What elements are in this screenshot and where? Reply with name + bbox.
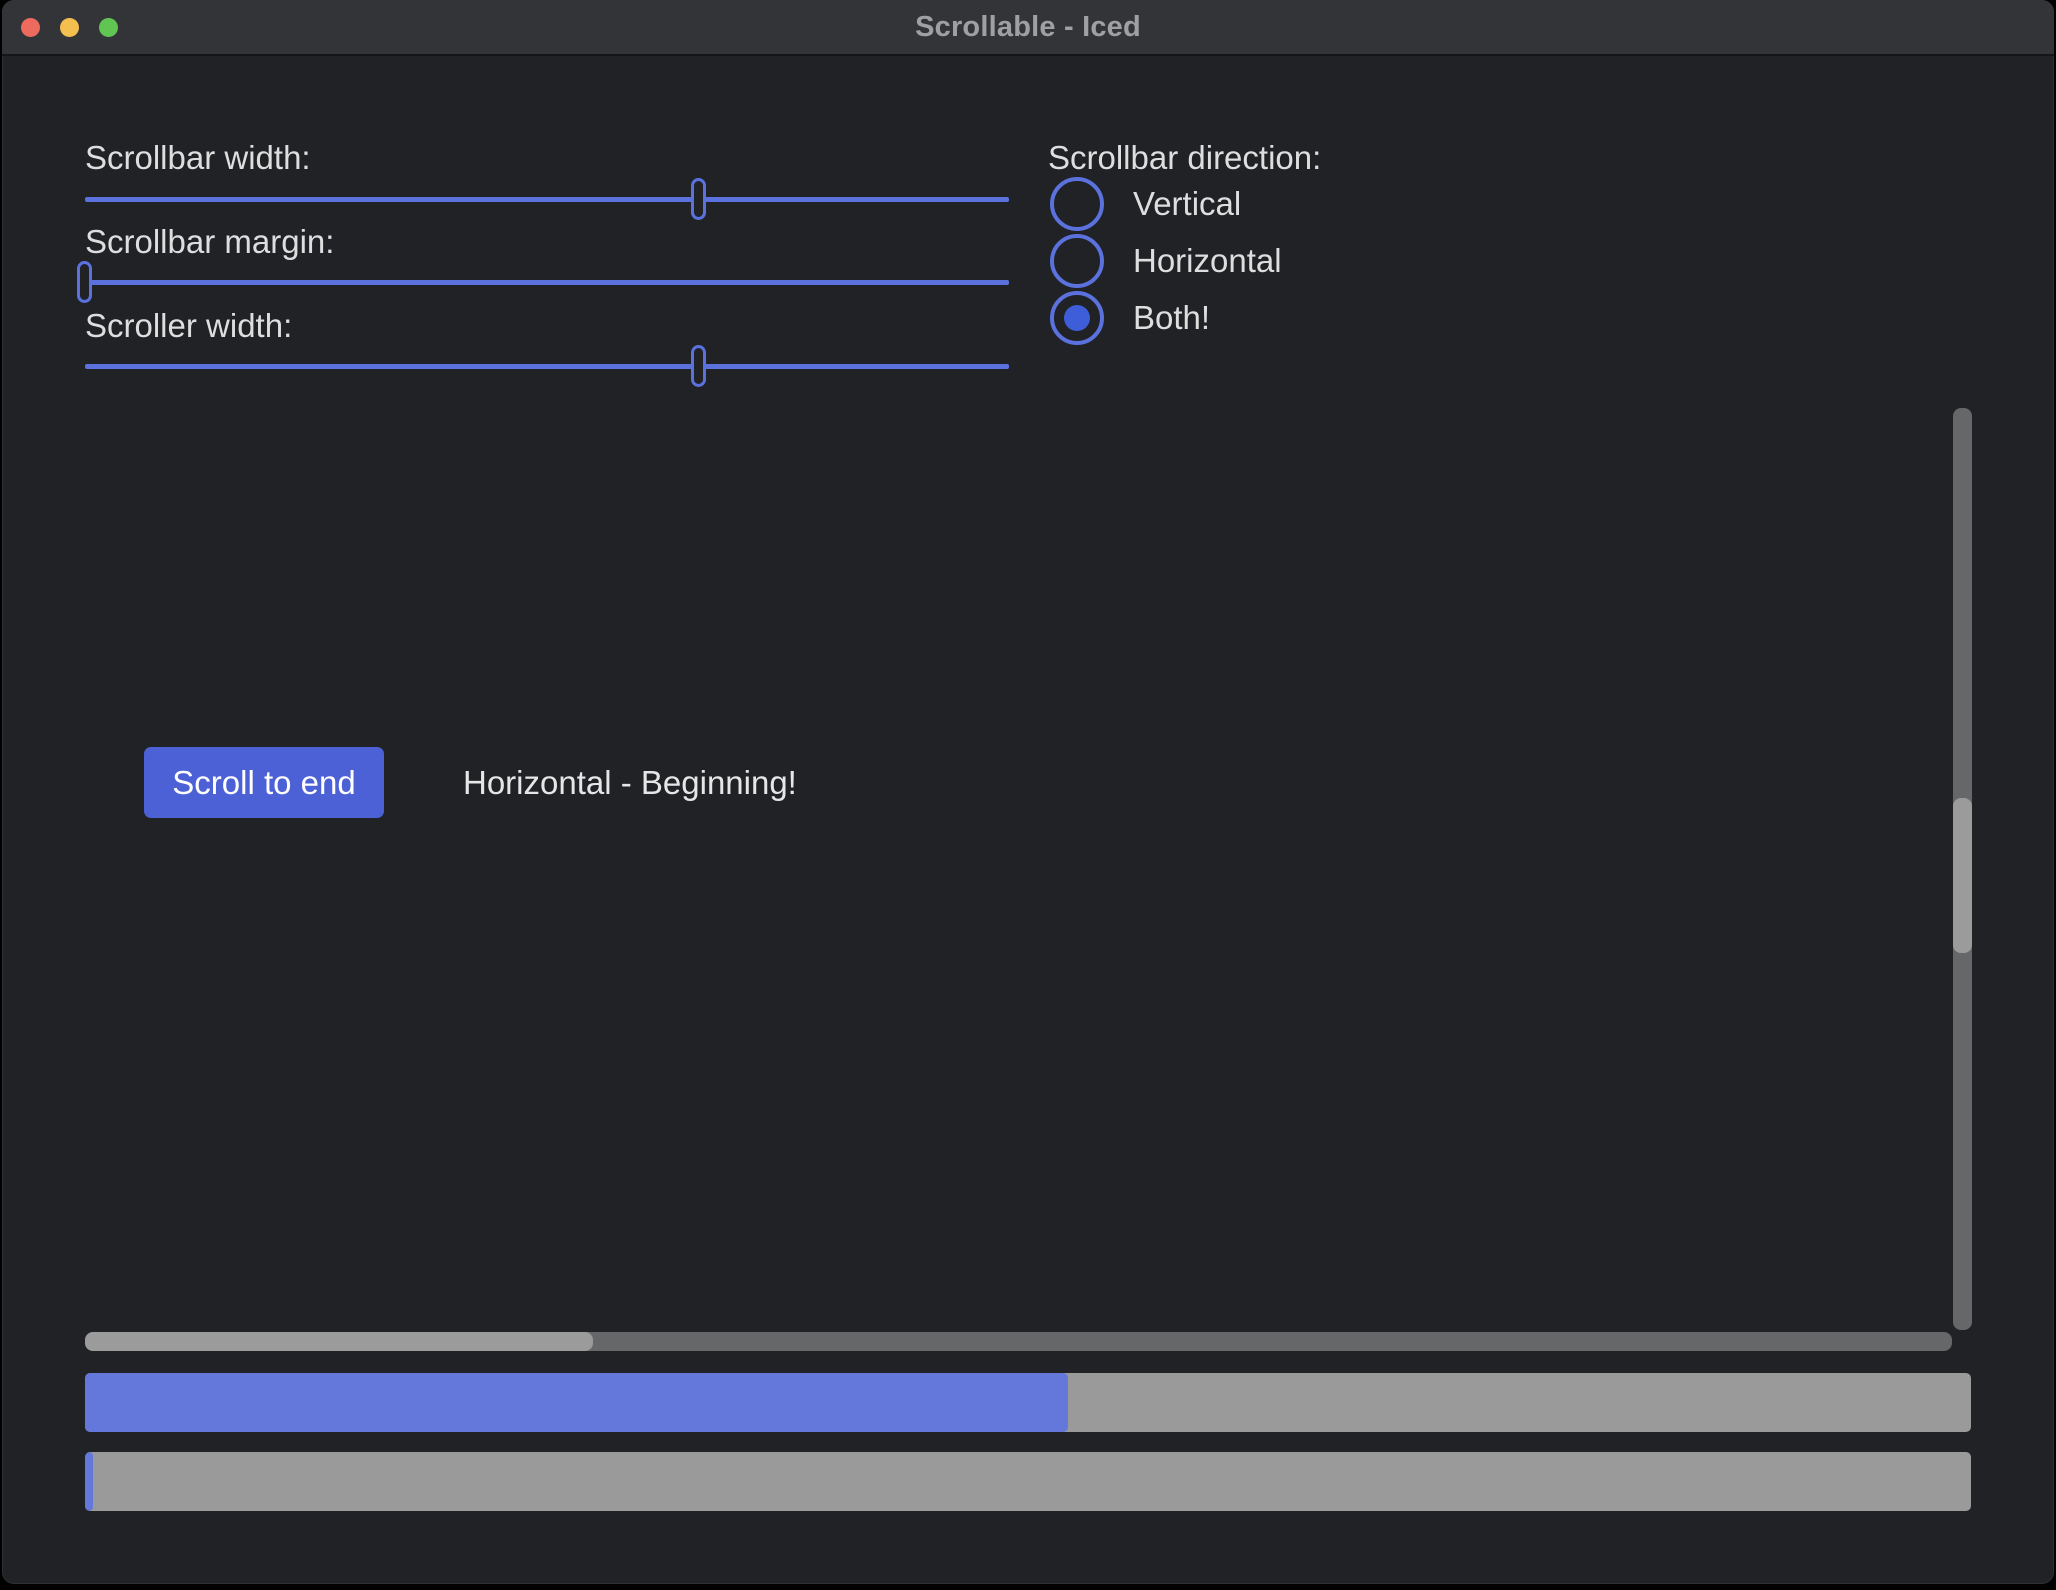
radio-label-horizontal: Horizontal: [1133, 242, 1282, 280]
slider-handle-0[interactable]: [691, 178, 706, 220]
scroller-width-label: Scroller width:: [85, 307, 292, 345]
progress-fill-1: [85, 1452, 93, 1511]
horizontal-progress-bar: [85, 1373, 1971, 1432]
slider-handle-2[interactable]: [691, 345, 706, 387]
screenshot-root: Scrollable - Iced Scrollbar width: Scrol…: [0, 0, 2056, 1590]
radio-circle-icon[interactable]: [1050, 234, 1104, 288]
scroll-to-end-button[interactable]: Scroll to end: [144, 747, 384, 818]
slider-track[interactable]: [85, 364, 1009, 369]
close-button[interactable]: [21, 18, 40, 37]
radio-label-vertical: Vertical: [1133, 185, 1241, 223]
vertical-progress-bar: [85, 1452, 1971, 1511]
radio-label-both: Both!: [1133, 299, 1210, 337]
slider-handle-1[interactable]: [77, 261, 92, 303]
vertical-scrollbar-track[interactable]: [1953, 408, 1972, 1330]
vertical-scrollbar-thumb[interactable]: [1953, 798, 1972, 953]
fullscreen-button[interactable]: [99, 18, 118, 37]
scrollbar-direction-group: Vertical Horizontal Both!: [1050, 177, 1282, 345]
progress-fill-0: [85, 1373, 1068, 1432]
scrollbar-direction-label: Scrollbar direction:: [1048, 139, 1321, 177]
radio-circle-icon[interactable]: [1050, 177, 1104, 231]
radio-option-0[interactable]: Vertical: [1050, 177, 1282, 231]
scrollbar-margin-label: Scrollbar margin:: [85, 223, 334, 261]
slider-track[interactable]: [85, 197, 1009, 202]
app-window: Scrollable - Iced Scrollbar width: Scrol…: [2, 0, 2054, 1584]
traffic-lights: [21, 0, 118, 54]
radio-option-2[interactable]: Both!: [1050, 291, 1282, 345]
scroller-width-slider[interactable]: [85, 364, 1009, 369]
scroll-status-text: Horizontal - Beginning!: [463, 747, 797, 818]
scrollbar-margin-slider[interactable]: [85, 280, 1009, 285]
scrollbar-width-label: Scrollbar width:: [85, 139, 311, 177]
radio-option-1[interactable]: Horizontal: [1050, 234, 1282, 288]
slider-track[interactable]: [85, 280, 1009, 285]
window-title: Scrollable - Iced: [915, 11, 1141, 44]
titlebar: Scrollable - Iced: [2, 0, 2054, 56]
minimize-button[interactable]: [60, 18, 79, 37]
horizontal-scrollbar-track[interactable]: [85, 1332, 1952, 1351]
scrollbar-width-slider[interactable]: [85, 197, 1009, 202]
radio-circle-icon[interactable]: [1050, 291, 1104, 345]
horizontal-scrollbar-thumb[interactable]: [85, 1332, 593, 1351]
radio-dot-icon: [1064, 305, 1090, 331]
